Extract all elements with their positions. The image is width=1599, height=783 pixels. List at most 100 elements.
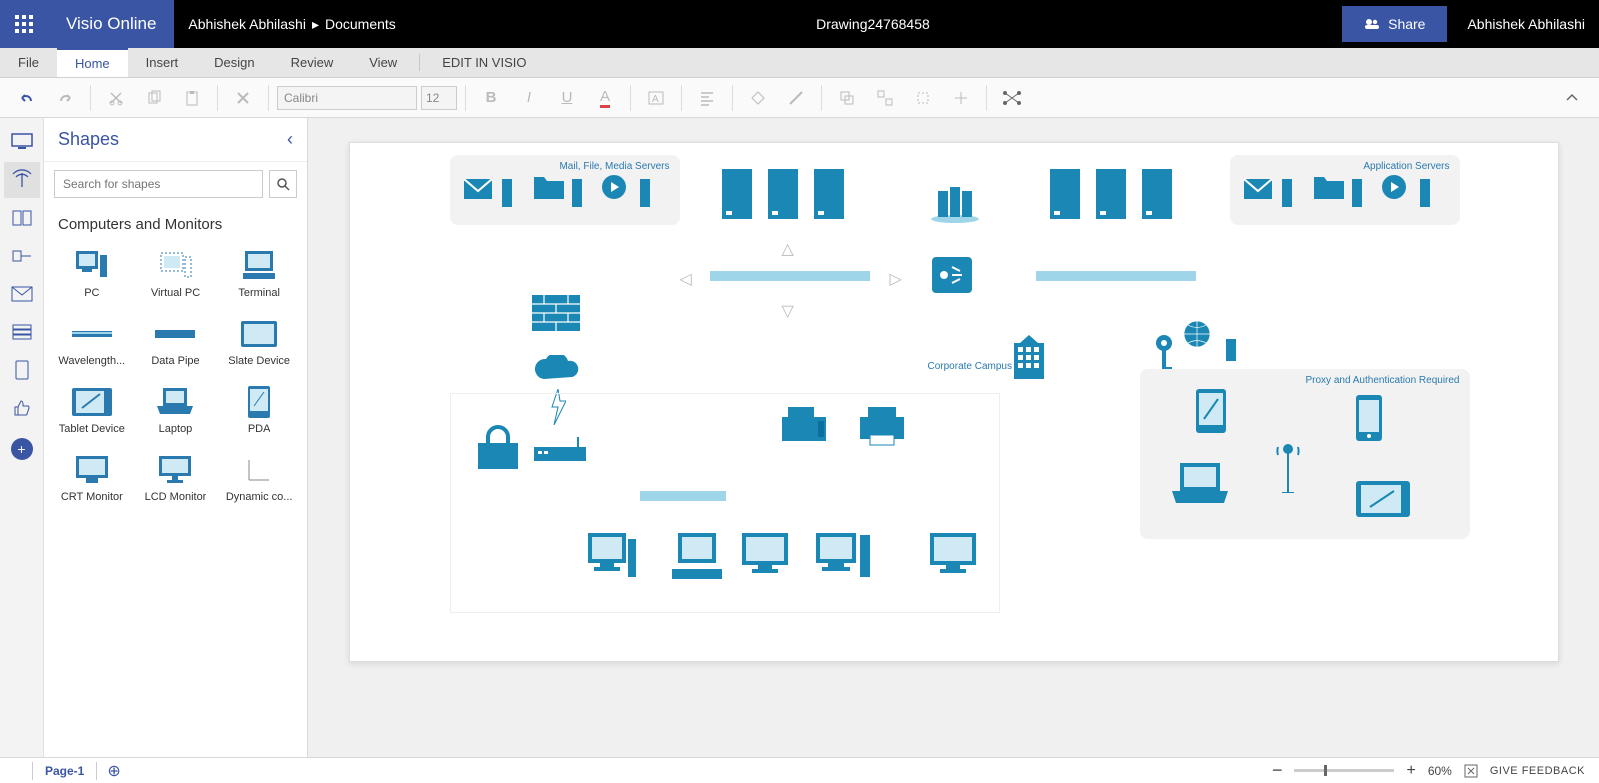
menu-insert[interactable]: Insert [128,48,197,77]
shape-tablet-device[interactable]: Tablet Device [50,379,134,441]
stencil-rack-icon[interactable] [4,200,40,236]
pda-icon[interactable] [1196,389,1226,433]
zoom-level[interactable]: 60% [1428,764,1452,778]
shape-data-pipe[interactable]: Data Pipe [134,311,218,373]
align-button[interactable] [690,82,724,114]
server-icon[interactable] [768,169,798,219]
laptop-icon[interactable] [1172,463,1228,503]
italic-button[interactable]: I [512,82,546,114]
page-tab[interactable]: Page-1 [32,762,97,780]
breadcrumb-location[interactable]: Documents [325,16,396,32]
menu-view[interactable]: View [351,48,415,77]
shape-laptop[interactable]: Laptop [134,379,218,441]
underline-button[interactable]: U [550,82,584,114]
shape-virtual-pc[interactable]: Virtual PC [134,243,218,305]
server-icon[interactable] [1142,169,1172,219]
layout-button[interactable] [944,82,978,114]
pc-icon[interactable] [586,533,636,581]
group-proxy[interactable]: Proxy and Authentication Required [1140,369,1470,539]
data-pipe[interactable] [1036,271,1196,281]
monitor-icon[interactable] [742,533,788,581]
font-select[interactable] [277,86,417,110]
shape-crt-monitor[interactable]: CRT Monitor [50,447,134,509]
font-size-select[interactable] [421,86,457,110]
menu-file[interactable]: File [0,48,57,77]
shape-pc[interactable]: PC [50,243,134,305]
stencil-computers-icon[interactable] [4,124,40,160]
mail-icon[interactable] [1244,179,1272,199]
app-brand[interactable]: Visio Online [48,0,174,48]
server-small-icon[interactable] [1352,179,1362,207]
copy-button[interactable] [137,82,171,114]
shape-pda[interactable]: PDA [217,379,301,441]
paste-button[interactable] [175,82,209,114]
server-small-icon[interactable] [1226,339,1236,361]
mail-icon[interactable] [464,179,492,199]
server-small-icon-2[interactable] [572,179,582,207]
server-icon[interactable] [1050,169,1080,219]
workstation-icon[interactable] [816,533,870,581]
zoom-out-button[interactable]: − [1272,760,1283,781]
search-icon[interactable] [269,170,297,198]
stencil-mobile-icon[interactable] [4,352,40,388]
canvas-area[interactable]: Mail, File, Media Servers Application Se… [308,118,1599,757]
line-button[interactable] [779,82,813,114]
stencil-servers-icon[interactable] [4,314,40,350]
user-name[interactable]: Abhishek Abhilashi [1453,16,1599,32]
server-icon[interactable] [1096,169,1126,219]
stencil-network-icon[interactable] [4,162,40,198]
shape-terminal[interactable]: Terminal [217,243,301,305]
stencil-connector-icon[interactable] [4,238,40,274]
router-icon[interactable] [932,257,972,293]
antenna-icon[interactable] [1274,443,1302,493]
position-button[interactable] [906,82,940,114]
add-page-button[interactable]: ⊕ [107,761,120,781]
play-icon[interactable] [1382,175,1406,199]
firewall-icon[interactable] [532,295,580,331]
arrange-button[interactable] [830,82,864,114]
shape-slate-device[interactable]: Slate Device [217,311,301,373]
shapes-search-input[interactable] [54,170,263,198]
delete-button[interactable] [226,82,260,114]
bold-button[interactable]: B [474,82,508,114]
collapse-ribbon-button[interactable] [1555,82,1589,114]
app-launcher-icon[interactable] [0,0,48,48]
fit-page-icon[interactable] [1464,764,1478,778]
shape-wavelength-[interactable]: Wavelength... [50,311,134,373]
server-icon[interactable] [814,169,844,219]
tablet-icon[interactable] [1356,481,1410,517]
share-button[interactable]: Share [1342,6,1447,42]
stencil-like-icon[interactable] [4,390,40,426]
font-color-button[interactable]: A [588,82,622,114]
building-icon[interactable] [1014,335,1044,379]
group-workstations[interactable] [450,393,1000,613]
menu-home[interactable]: Home [57,48,128,77]
drawing-page[interactable]: Mail, File, Media Servers Application Se… [349,142,1559,662]
stencil-mail-icon[interactable] [4,276,40,312]
shape-lcd-monitor[interactable]: LCD Monitor [134,447,218,509]
folder-icon[interactable] [534,173,564,199]
monitor-icon[interactable] [930,533,976,581]
cloud-icon[interactable] [534,355,582,383]
shape-dynamic-co-[interactable]: Dynamic co... [217,447,301,509]
globe-icon[interactable] [1184,321,1210,347]
group-button[interactable] [868,82,902,114]
folder-icon[interactable] [1314,173,1344,199]
collapse-shapes-icon[interactable]: ‹ [287,129,293,150]
add-stencil-button[interactable]: + [11,438,33,460]
server-small-icon[interactable] [1420,179,1430,207]
redo-button[interactable] [48,82,82,114]
give-feedback-link[interactable]: GIVE FEEDBACK [1490,765,1585,777]
zoom-slider[interactable] [1294,769,1394,772]
terminal-icon[interactable] [672,533,722,581]
connector-button[interactable] [995,82,1029,114]
undo-button[interactable] [10,82,44,114]
mainframe-icon[interactable] [930,187,980,223]
server-small-icon-3[interactable] [640,179,650,207]
phone-icon[interactable] [1356,395,1382,441]
play-icon[interactable] [602,175,626,199]
cut-button[interactable] [99,82,133,114]
data-pipe[interactable] [640,491,726,501]
menu-review[interactable]: Review [273,48,352,77]
menu-design[interactable]: Design [196,48,272,77]
